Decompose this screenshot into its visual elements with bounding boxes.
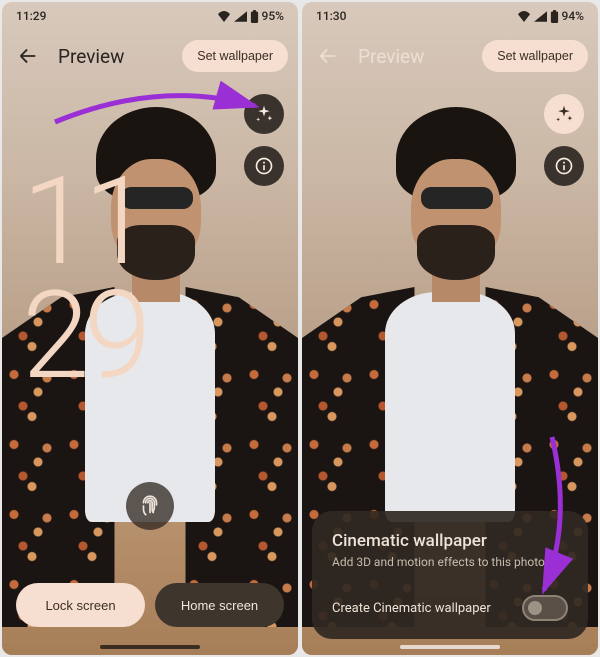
clock-minutes: 29 — [22, 284, 145, 388]
annotation-arrow — [50, 74, 270, 134]
info-icon — [554, 156, 574, 176]
home-screen-button[interactable]: Home screen — [155, 583, 284, 627]
set-wallpaper-button[interactable]: Set wallpaper — [482, 40, 588, 72]
page-title: Preview — [358, 45, 468, 68]
phone-screen-right: 11:30 94% Preview Set wallpaper Cinemati… — [302, 2, 598, 655]
nav-handle[interactable] — [400, 645, 500, 649]
header: Preview Set wallpaper — [302, 32, 598, 80]
battery-percent: 95% — [262, 9, 284, 23]
set-wallpaper-button[interactable]: Set wallpaper — [182, 40, 288, 72]
nav-handle[interactable] — [100, 645, 200, 649]
clock-hours: 11 — [22, 170, 145, 274]
status-indicators: 95% — [217, 9, 284, 23]
sparkle-icon — [554, 104, 574, 124]
battery-icon — [550, 10, 559, 23]
effects-column — [544, 94, 584, 186]
signal-icon — [534, 11, 547, 22]
wifi-icon — [217, 11, 231, 22]
page-title: Preview — [58, 45, 168, 68]
lock-screen-button[interactable]: Lock screen — [16, 583, 145, 627]
cinematic-toggle[interactable] — [522, 595, 568, 621]
lockscreen-clock: 11 29 — [22, 170, 145, 387]
wifi-icon — [517, 11, 531, 22]
info-button[interactable] — [244, 146, 284, 186]
back-button[interactable] — [312, 40, 344, 72]
status-time: 11:29 — [16, 9, 46, 23]
status-bar: 11:29 95% — [2, 2, 298, 30]
sheet-title: Cinematic wallpaper — [332, 531, 568, 551]
status-bar: 11:30 94% — [302, 2, 598, 30]
status-time: 11:30 — [316, 9, 346, 23]
battery-icon — [250, 10, 259, 23]
effects-button[interactable] — [544, 94, 584, 134]
back-arrow-icon — [17, 45, 39, 67]
toggle-label: Create Cinematic wallpaper — [332, 601, 491, 616]
cinematic-wallpaper-sheet: Cinematic wallpaper Add 3D and motion ef… — [312, 511, 588, 639]
phone-screen-left: 11:29 95% Preview Set wallpaper 11 29 Lo… — [2, 2, 298, 655]
preview-mode-buttons: Lock screen Home screen — [16, 583, 284, 627]
info-button[interactable] — [544, 146, 584, 186]
effects-column — [244, 94, 284, 186]
status-indicators: 94% — [517, 9, 584, 23]
header: Preview Set wallpaper — [2, 32, 298, 80]
fingerprint-icon — [137, 493, 163, 519]
info-icon — [254, 156, 274, 176]
effects-button[interactable] — [244, 94, 284, 134]
battery-percent: 94% — [562, 9, 584, 23]
signal-icon — [234, 11, 247, 22]
fingerprint-button[interactable] — [126, 482, 174, 530]
back-arrow-icon — [317, 45, 339, 67]
sheet-toggle-row: Create Cinematic wallpaper — [332, 595, 568, 621]
sparkle-icon — [254, 104, 274, 124]
sheet-subtitle: Add 3D and motion effects to this photo — [332, 555, 568, 569]
back-button[interactable] — [12, 40, 44, 72]
